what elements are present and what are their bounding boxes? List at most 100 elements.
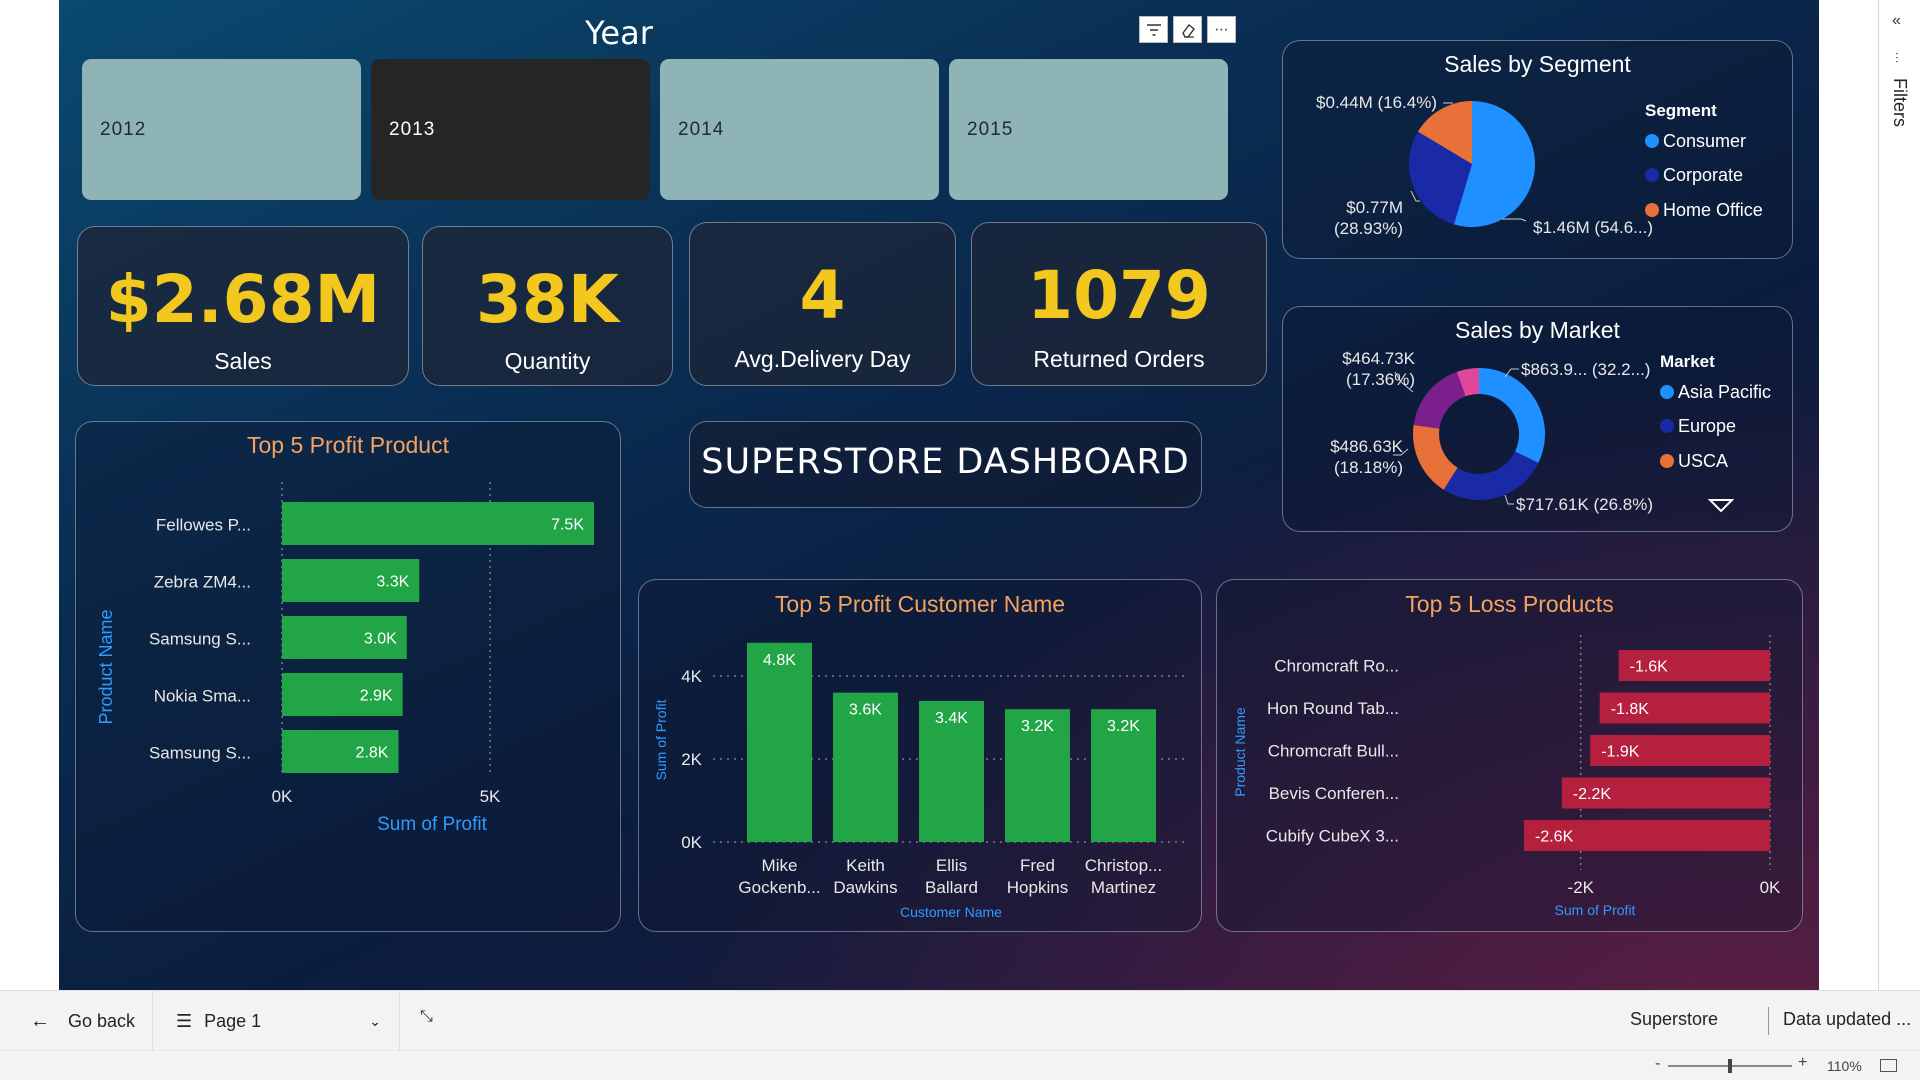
x-axis-title: Customer Name (900, 904, 1002, 920)
year-slicer-2015[interactable]: 2015 (949, 59, 1228, 200)
kpi-label: Quantity (504, 348, 591, 374)
page-list-icon: ☰ (176, 1010, 193, 1031)
year-slicer-2014[interactable]: 2014 (660, 59, 939, 200)
y-tick-label: Fellowes P... (156, 516, 251, 535)
arrow-left-icon: ← (30, 1009, 50, 1032)
data-label: -2.2K (1573, 786, 1612, 803)
legend-title: Market (1660, 352, 1715, 371)
year-slicer-title: Year (585, 14, 653, 52)
kpi-card-returned-orders[interactable]: 1079 Returned Orders (971, 222, 1267, 386)
legend-item-asia-pacific[interactable]: Asia Pacific (1660, 382, 1771, 403)
filters-label[interactable]: Filters (1889, 78, 1910, 127)
filters-pane[interactable]: « ⫶ Filters (1878, 0, 1920, 990)
x-tick-label: 0K (272, 787, 293, 806)
y-tick-label: Nokia Sma... (154, 687, 251, 706)
y-tick-label: Zebra ZM4... (154, 573, 251, 592)
filter-icon[interactable] (1139, 16, 1168, 43)
zoom-in-button[interactable]: + (1798, 1054, 1807, 1072)
legend-dot (1660, 454, 1674, 468)
donut-slice (1443, 451, 1539, 500)
legend-label: USCA (1678, 451, 1729, 471)
donut-slice (1479, 368, 1545, 463)
x-tick-label: 0K (1760, 878, 1781, 897)
data-label: -1.8K (1611, 701, 1650, 718)
data-label: 4.8K (763, 652, 796, 669)
data-label: 2.8K (356, 745, 389, 762)
top5-profit-product-chart: 0K 5K 7.5K Fellowes P... 3.3K Zebra ZM4... 3.0… (96, 482, 594, 835)
data-label: $1.46M (54.6...) (1533, 218, 1653, 237)
top5-loss-products-card[interactable]: Top 5 Loss Products -2K 0K -1.6K Chromcraft… (1216, 579, 1803, 932)
kpi-label: Avg.Delivery Day (734, 346, 911, 372)
zoom-slider-handle[interactable] (1728, 1059, 1732, 1073)
legend-label: Corporate (1663, 165, 1744, 185)
legend-dot (1645, 168, 1659, 182)
legend-item-consumer[interactable]: Consumer (1645, 131, 1746, 152)
data-label: 3.2K (1107, 718, 1140, 735)
go-back-button[interactable]: ← Go back (0, 991, 153, 1051)
kpi-card-avg-delivery[interactable]: 4 Avg.Delivery Day (689, 222, 956, 386)
y-tick-label: Samsung S... (149, 744, 251, 763)
x-tick-label: Christop... Martinez (1085, 856, 1162, 897)
donut-slice (1413, 371, 1466, 429)
year-slicer-2012[interactable]: 2012 (82, 59, 361, 200)
data-label: -2.6K (1535, 829, 1574, 846)
data-label: 3.4K (935, 710, 968, 727)
x-tick-label: Mike Gockenb... (738, 856, 820, 897)
top5-profit-product-card[interactable]: Top 5 Profit Product 0K 5K 7.5K Fellowes P.… (75, 421, 621, 932)
y-axis-title: Product Name (96, 609, 116, 724)
data-label: $464.73K (17.36%) (1342, 349, 1415, 389)
expand-filters-icon[interactable]: « (1892, 12, 1901, 30)
eraser-icon[interactable] (1173, 16, 1202, 43)
page-selector[interactable]: ☰ Page 1 ⌄ (154, 991, 400, 1051)
x-tick-label: Ellis Ballard (925, 856, 978, 897)
data-label: $0.77M (28.93%) (1334, 198, 1403, 238)
year-slicer-2013[interactable]: 2013 (371, 59, 650, 200)
x-axis-title: Sum of Profit (377, 814, 488, 835)
legend-item-europe[interactable]: Europe (1660, 416, 1736, 437)
kpi-label: Returned Orders (1033, 346, 1205, 372)
dashboard-title-card: SUPERSTORE DASHBOARD (689, 421, 1202, 508)
sales-by-market-card[interactable]: Sales by Market $863.9... (32.2...) $717.… (1282, 306, 1793, 532)
fit-width-icon[interactable] (1880, 1059, 1897, 1072)
kpi-card-quantity[interactable]: 38K Quantity (422, 226, 673, 386)
legend-label: Europe (1678, 416, 1737, 436)
divider (1768, 1007, 1769, 1035)
y-tick-label: Hon Round Tab... (1267, 699, 1399, 718)
data-label: $717.61K (26.8%) (1516, 495, 1653, 514)
y-tick-label: 4K (681, 667, 702, 686)
legend-scroll-down-icon[interactable] (1707, 497, 1735, 513)
data-label: 3.2K (1021, 718, 1054, 735)
y-tick-label: Cubify CubeX 3... (1266, 827, 1399, 846)
y-tick-label: 0K (681, 833, 702, 852)
data-label: 2.9K (360, 688, 393, 705)
top5-profit-customer-card[interactable]: Top 5 Profit Customer Name 0K 2K 4K 4.8K Mik… (638, 579, 1202, 932)
x-tick-label: 5K (480, 787, 501, 806)
zoom-slider[interactable] (1668, 1059, 1792, 1073)
data-updated[interactable]: Data updated ... (1783, 1009, 1911, 1030)
more-options-icon[interactable]: ⋯ (1207, 16, 1236, 43)
kpi-card-sales[interactable]: $2.68M Sales (77, 226, 409, 386)
legend-dot (1660, 419, 1674, 433)
fit-to-page-icon[interactable]: ⤡ (420, 1008, 433, 1026)
zoom-out-button[interactable]: - (1655, 1055, 1660, 1073)
data-label: $0.44M (16.4%) (1316, 93, 1437, 112)
legend-dot (1645, 203, 1659, 217)
legend-label: Consumer (1663, 131, 1747, 151)
sales-by-segment-card[interactable]: Sales by Segment $1.46M (54.6...) $0.77M(… (1282, 40, 1793, 259)
x-tick-label: -2K (1568, 878, 1595, 897)
report-canvas: Year ⋯ 2012 2013 2014 2015 $2.68M Sales … (59, 0, 1819, 990)
data-label: 3.6K (849, 702, 882, 719)
y-tick-label: Chromcraft Ro... (1274, 657, 1399, 676)
legend-dot (1645, 134, 1659, 148)
y-tick-label: 2K (681, 750, 702, 769)
legend-item-home-office[interactable]: Home Office (1645, 200, 1763, 221)
top5-profit-customer-chart: 0K 2K 4K 4.8K Mike Gockenb... 3.6K Keith Dawkins… (653, 642, 1185, 920)
bar (747, 642, 812, 842)
legend-item-usca[interactable]: USCA (1660, 451, 1728, 472)
y-tick-label: Bevis Conferen... (1269, 784, 1399, 803)
kpi-value: 4 (799, 257, 846, 334)
filters-pane-icon: ⫶ (1895, 50, 1899, 66)
data-label: 3.0K (364, 631, 397, 648)
legend-item-corporate[interactable]: Corporate (1645, 165, 1743, 186)
legend-dot (1660, 385, 1674, 399)
